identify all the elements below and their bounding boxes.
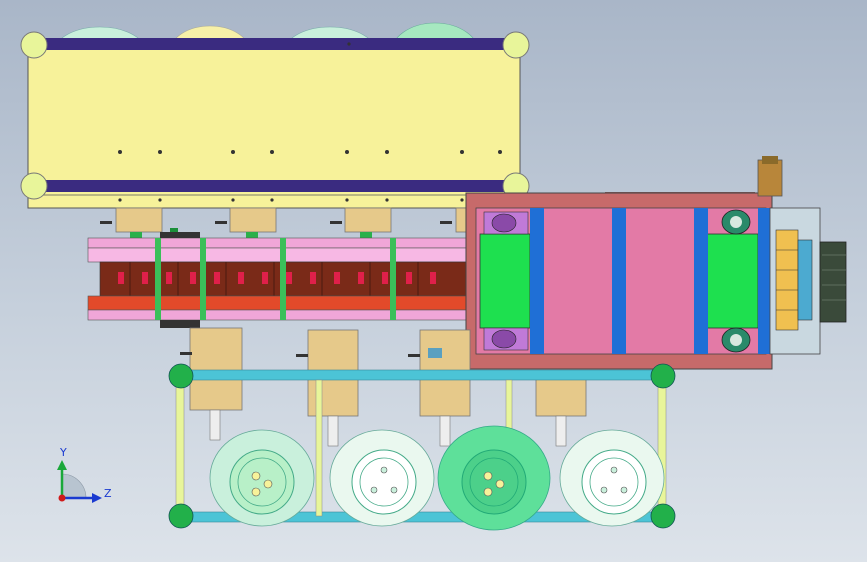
lower-module-4 [535,375,587,417]
frame-bar-top [177,369,669,381]
x-axis-dot [58,494,66,502]
blue-bar-2 [612,208,626,354]
frame-node-top-left [168,363,194,389]
upper-module-2 [229,207,277,233]
drive-motor [819,241,847,323]
frame-node-bottom-right [650,503,676,529]
blue-bar-1 [530,208,544,354]
middle-track [87,228,469,328]
corner-roller-top-left [20,31,48,59]
lower-module-1 [189,327,243,411]
axis-triad: Y Z [57,446,112,503]
cad-drawing-canvas: Y Z [20,22,847,531]
conveyor-rail-bottom [36,180,514,192]
corner-roller-top-right [502,31,530,59]
blue-bar-3 [694,208,708,354]
frame-node-top-right [650,363,676,389]
upper-modules [100,207,471,238]
brass-fitting [757,159,783,197]
upper-module-3 [344,207,392,233]
frame-node-bottom-left [168,503,194,529]
y-axis-label: Y [59,446,67,459]
green-block-left [479,233,531,329]
upper-module-1 [115,207,163,233]
track-bottom-rail [87,295,469,311]
z-axis-label: Z [104,487,112,500]
top-conveyor [20,31,530,209]
green-block-right [705,233,759,329]
conveyor-rail-top [36,38,514,50]
corner-roller-bottom-left [20,172,48,200]
track-top-rail [87,237,469,249]
